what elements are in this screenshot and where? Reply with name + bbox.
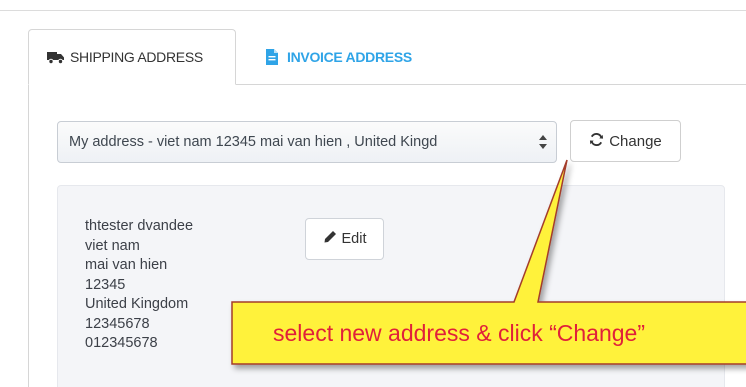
truck-icon — [47, 49, 65, 65]
edit-address-button[interactable]: Edit — [305, 218, 384, 260]
document-icon — [264, 49, 282, 65]
address-select-value: My address - viet nam 12345 mai van hien… — [69, 134, 438, 150]
address-details: thtester dvandee viet nam mai van hien 1… — [85, 217, 193, 354]
change-button-label: Change — [609, 132, 662, 150]
address-line: United Kingdom — [85, 296, 189, 312]
tab-shipping-address[interactable]: SHIPPING ADDRESS — [28, 29, 236, 85]
address-line: mai van hien — [85, 257, 168, 273]
checkout-address-page: SHIPPING ADDRESS INVOICE ADDRESS My addr… — [0, 0, 746, 387]
pencil-icon — [323, 230, 337, 248]
tab-shipping-label: SHIPPING ADDRESS — [70, 49, 203, 65]
address-line: thtester dvandee — [85, 218, 194, 234]
address-select[interactable]: My address - viet nam 12345 mai van hien… — [57, 121, 557, 163]
callout-text: select new address & click “Change” — [273, 319, 645, 346]
top-divider — [0, 10, 746, 11]
tab-invoice-label: INVOICE ADDRESS — [287, 49, 412, 65]
address-line: 12345 — [85, 276, 126, 293]
address-line: 012345678 — [85, 335, 158, 351]
change-address-button[interactable]: Change — [570, 120, 681, 162]
refresh-icon — [589, 132, 604, 151]
tab-invoice-address[interactable]: INVOICE ADDRESS — [262, 29, 442, 85]
edit-button-label: Edit — [341, 231, 367, 247]
address-line: viet nam — [85, 237, 140, 254]
select-arrows-icon — [539, 133, 547, 151]
address-line: 12345678 — [85, 315, 150, 332]
